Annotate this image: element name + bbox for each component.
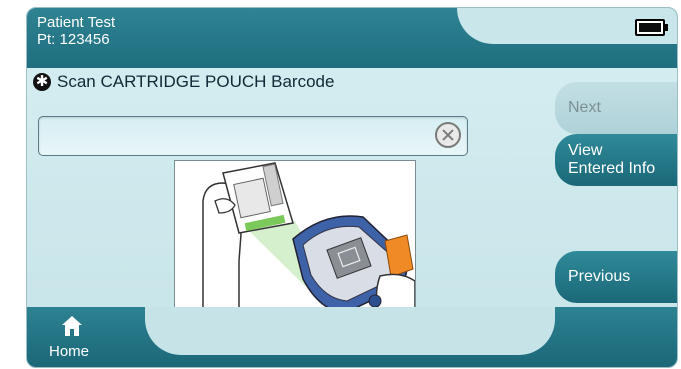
view-label-line1: View — [568, 142, 603, 159]
view-entered-info-button[interactable]: View Entered Info — [555, 134, 677, 186]
view-label-line2: Entered Info — [568, 160, 656, 177]
next-button[interactable]: Next — [555, 82, 677, 134]
previous-label: Previous — [568, 268, 631, 285]
home-label: Home — [49, 343, 90, 360]
home-button[interactable]: Home — [27, 307, 147, 367]
instruction-text: Scan CARTRIDGE POUCH Barcode — [57, 72, 335, 91]
previous-button[interactable]: Previous — [555, 251, 677, 303]
next-label: Next — [568, 99, 601, 116]
battery-full-icon — [635, 19, 668, 36]
patient-id: Pt: 123456 — [37, 31, 110, 48]
patient-info: Patient Test Pt: 123456 — [37, 14, 115, 48]
footer-bar: Home — [27, 307, 677, 367]
footer-curve — [145, 307, 555, 355]
patient-name: Patient Test — [37, 14, 116, 31]
barcode-input[interactable] — [38, 116, 468, 156]
clear-x-icon[interactable] — [435, 122, 461, 148]
asterisk-icon: ✱ — [33, 73, 51, 91]
scan-cartridge-pouch-illustration — [174, 160, 416, 315]
device-screen: Patient Test Pt: 123456 ✱ Scan CARTRIDGE… — [26, 7, 678, 368]
home-icon — [62, 316, 82, 336]
header-bar: Patient Test Pt: 123456 — [27, 8, 677, 68]
instruction-prompt: ✱ Scan CARTRIDGE POUCH Barcode — [33, 72, 334, 92]
